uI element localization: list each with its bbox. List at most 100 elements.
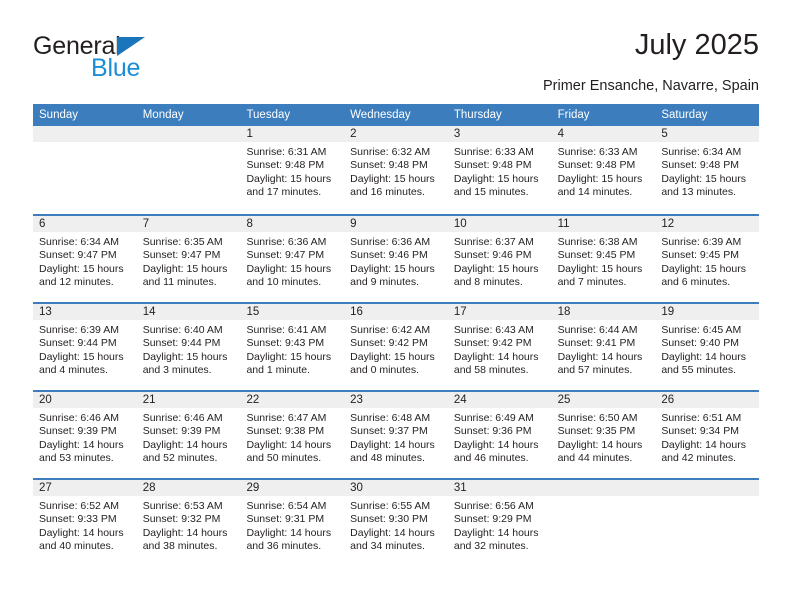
day-detail-line: and 12 minutes.	[39, 276, 114, 289]
day-detail-lines: Sunrise: 6:53 AM Sunset: 9:32 PM Daylight:…	[137, 496, 241, 554]
day-detail-line: Daylight: 14 hours	[453, 526, 539, 539]
day-cell-12[interactable]: 12 Sunrise: 6:39 AM Sunset: 9:45 PM Dayligh…	[655, 216, 760, 302]
day-cell-empty	[33, 126, 137, 214]
day-detail-line: and 0 minutes.	[350, 364, 420, 377]
day-number: 22	[240, 392, 345, 408]
day-detail-line: Sunrise: 6:33 AM	[557, 146, 638, 158]
day-detail-line: Daylight: 15 hours	[350, 172, 435, 185]
day-detail-lines: Sunrise: 6:34 AM Sunset: 9:47 PM Daylight:…	[33, 232, 137, 290]
day-number: 27	[33, 480, 137, 496]
page-subtitle: Primer Ensanche, Navarre, Spain	[543, 78, 759, 94]
day-detail-line: Sunrise: 6:38 AM	[557, 236, 638, 248]
day-cell-3[interactable]: 3 Sunrise: 6:33 AM Sunset: 9:48 PM Daylight…	[447, 126, 552, 214]
day-cell-4[interactable]: 4 Sunrise: 6:33 AM Sunset: 9:48 PM Daylight…	[551, 126, 656, 214]
day-cell-29[interactable]: 29 Sunrise: 6:54 AM Sunset: 9:31 PM Dayligh…	[240, 480, 345, 566]
day-detail-line: Sunrise: 6:50 AM	[557, 412, 638, 424]
day-cell-empty	[136, 126, 241, 214]
day-number: 11	[551, 216, 656, 232]
day-cell-18[interactable]: 18 Sunrise: 6:44 AM Sunset: 9:41 PM Dayligh…	[551, 304, 656, 390]
day-cell-11[interactable]: 11 Sunrise: 6:38 AM Sunset: 9:45 PM Dayligh…	[551, 216, 656, 302]
day-detail-line: Daylight: 15 hours	[246, 172, 332, 185]
day-detail-line: Sunrise: 6:36 AM	[246, 236, 327, 248]
day-cell-7[interactable]: 7 Sunrise: 6:35 AM Sunset: 9:47 PM Daylight…	[136, 216, 241, 302]
day-detail-lines: Sunrise: 6:44 AM Sunset: 9:41 PM Daylight:…	[552, 320, 656, 378]
day-detail-line: Sunset: 9:48 PM	[661, 159, 739, 172]
day-detail-lines: Sunrise: 6:38 AM Sunset: 9:45 PM Daylight:…	[552, 232, 656, 290]
day-detail-line: Daylight: 15 hours	[453, 262, 539, 275]
day-detail-line: Sunset: 9:36 PM	[453, 425, 532, 438]
day-detail-line: and 1 minute.	[246, 364, 311, 377]
day-cell-1[interactable]: 1 Sunrise: 6:31 AM Sunset: 9:48 PM Daylight…	[240, 126, 345, 214]
day-detail-lines: Sunrise: 6:39 AM Sunset: 9:44 PM Daylight:…	[33, 320, 137, 378]
day-detail-line: Sunrise: 6:40 AM	[142, 324, 223, 336]
weekday-header-wednesday: Wednesday	[350, 109, 411, 121]
day-detail-line: and 55 minutes.	[661, 364, 737, 377]
day-detail-line: and 11 minutes.	[142, 276, 217, 289]
day-cell-8[interactable]: 8 Sunrise: 6:36 AM Sunset: 9:47 PM Daylight…	[240, 216, 345, 302]
day-detail-line: Daylight: 14 hours	[39, 438, 124, 451]
day-cell-10[interactable]: 10 Sunrise: 6:37 AM Sunset: 9:46 PM Dayligh…	[447, 216, 552, 302]
day-number: 1	[240, 126, 345, 142]
day-detail-line: and 52 minutes.	[142, 452, 218, 465]
day-detail-lines: Sunrise: 6:33 AM Sunset: 9:48 PM Daylight:…	[552, 142, 656, 200]
day-detail-lines: Sunrise: 6:52 AM Sunset: 9:33 PM Daylight:…	[33, 496, 137, 554]
day-number: 15	[240, 304, 345, 320]
day-detail-line: Sunset: 9:46 PM	[350, 249, 428, 262]
day-cell-31[interactable]: 31 Sunrise: 6:56 AM Sunset: 9:29 PM Dayligh…	[447, 480, 552, 566]
day-cell-30[interactable]: 30 Sunrise: 6:55 AM Sunset: 9:30 PM Dayligh…	[344, 480, 448, 566]
day-detail-line: Sunrise: 6:47 AM	[246, 412, 327, 424]
day-cell-2[interactable]: 2 Sunrise: 6:32 AM Sunset: 9:48 PM Daylight…	[344, 126, 448, 214]
day-cell-13[interactable]: 13 Sunrise: 6:39 AM Sunset: 9:44 PM Dayligh…	[33, 304, 137, 390]
day-detail-line: Sunset: 9:45 PM	[661, 249, 739, 262]
day-detail-line: Daylight: 15 hours	[350, 350, 435, 363]
day-detail-line: Sunset: 9:47 PM	[39, 249, 117, 262]
calendar-week-row: 1 Sunrise: 6:31 AM Sunset: 9:48 PM Daylight…	[33, 126, 760, 214]
day-number	[136, 126, 241, 142]
day-detail-line: and 38 minutes.	[142, 540, 218, 553]
day-detail-line: and 42 minutes.	[661, 452, 737, 465]
calendar-week-row: 6 Sunrise: 6:34 AM Sunset: 9:47 PM Daylight…	[33, 214, 760, 302]
day-cell-16[interactable]: 16 Sunrise: 6:42 AM Sunset: 9:42 PM Dayligh…	[344, 304, 448, 390]
day-cell-27[interactable]: 27 Sunrise: 6:52 AM Sunset: 9:33 PM Dayligh…	[33, 480, 137, 566]
day-detail-line: Daylight: 15 hours	[142, 262, 228, 275]
day-detail-line: and 6 minutes.	[661, 276, 731, 289]
general-blue-logo: General Blue	[33, 34, 213, 86]
day-cell-17[interactable]: 17 Sunrise: 6:43 AM Sunset: 9:42 PM Dayligh…	[447, 304, 552, 390]
day-number	[655, 480, 760, 496]
day-detail-lines: Sunrise: 6:42 AM Sunset: 9:42 PM Daylight:…	[344, 320, 448, 378]
day-detail-line: Sunset: 9:42 PM	[350, 337, 428, 350]
day-detail-line: Sunrise: 6:45 AM	[661, 324, 742, 336]
day-detail-lines	[655, 496, 759, 500]
day-detail-line: Daylight: 14 hours	[350, 526, 435, 539]
day-detail-line: Sunrise: 6:51 AM	[661, 412, 742, 424]
day-detail-line: and 8 minutes.	[453, 276, 523, 289]
day-cell-9[interactable]: 9 Sunrise: 6:36 AM Sunset: 9:46 PM Daylight…	[344, 216, 448, 302]
day-cell-19[interactable]: 19 Sunrise: 6:45 AM Sunset: 9:40 PM Dayligh…	[655, 304, 760, 390]
day-detail-line: Daylight: 15 hours	[557, 262, 643, 275]
day-number: 9	[344, 216, 448, 232]
day-cell-5[interactable]: 5 Sunrise: 6:34 AM Sunset: 9:48 PM Daylight…	[655, 126, 760, 214]
day-cell-14[interactable]: 14 Sunrise: 6:40 AM Sunset: 9:44 PM Dayligh…	[136, 304, 241, 390]
day-cell-22[interactable]: 22 Sunrise: 6:47 AM Sunset: 9:38 PM Dayligh…	[240, 392, 345, 478]
day-detail-line: Daylight: 15 hours	[661, 262, 746, 275]
day-cell-23[interactable]: 23 Sunrise: 6:48 AM Sunset: 9:37 PM Dayligh…	[344, 392, 448, 478]
day-detail-lines: Sunrise: 6:36 AM Sunset: 9:47 PM Daylight:…	[240, 232, 344, 290]
day-detail-line: Daylight: 14 hours	[246, 438, 332, 451]
day-detail-line: Sunrise: 6:46 AM	[142, 412, 223, 424]
day-detail-line: Daylight: 14 hours	[142, 438, 228, 451]
day-cell-28[interactable]: 28 Sunrise: 6:53 AM Sunset: 9:32 PM Dayligh…	[136, 480, 241, 566]
day-detail-line: Daylight: 14 hours	[557, 438, 643, 451]
day-detail-line: and 15 minutes.	[453, 186, 529, 199]
day-cell-24[interactable]: 24 Sunrise: 6:49 AM Sunset: 9:36 PM Dayligh…	[447, 392, 552, 478]
day-cell-21[interactable]: 21 Sunrise: 6:46 AM Sunset: 9:39 PM Dayligh…	[136, 392, 241, 478]
day-detail-lines: Sunrise: 6:47 AM Sunset: 9:38 PM Daylight:…	[240, 408, 344, 466]
day-cell-26[interactable]: 26 Sunrise: 6:51 AM Sunset: 9:34 PM Dayligh…	[655, 392, 760, 478]
day-detail-lines: Sunrise: 6:45 AM Sunset: 9:40 PM Daylight:…	[655, 320, 759, 378]
day-cell-25[interactable]: 25 Sunrise: 6:50 AM Sunset: 9:35 PM Dayligh…	[551, 392, 656, 478]
day-number	[33, 126, 137, 142]
calendar-grid: Sunday Monday Tuesday Wednesday Thursday Frid…	[33, 104, 760, 566]
day-cell-15[interactable]: 15 Sunrise: 6:41 AM Sunset: 9:43 PM Dayligh…	[240, 304, 345, 390]
day-detail-line: Sunrise: 6:39 AM	[661, 236, 742, 248]
day-cell-20[interactable]: 20 Sunrise: 6:46 AM Sunset: 9:39 PM Dayligh…	[33, 392, 137, 478]
day-cell-6[interactable]: 6 Sunrise: 6:34 AM Sunset: 9:47 PM Daylight…	[33, 216, 137, 302]
